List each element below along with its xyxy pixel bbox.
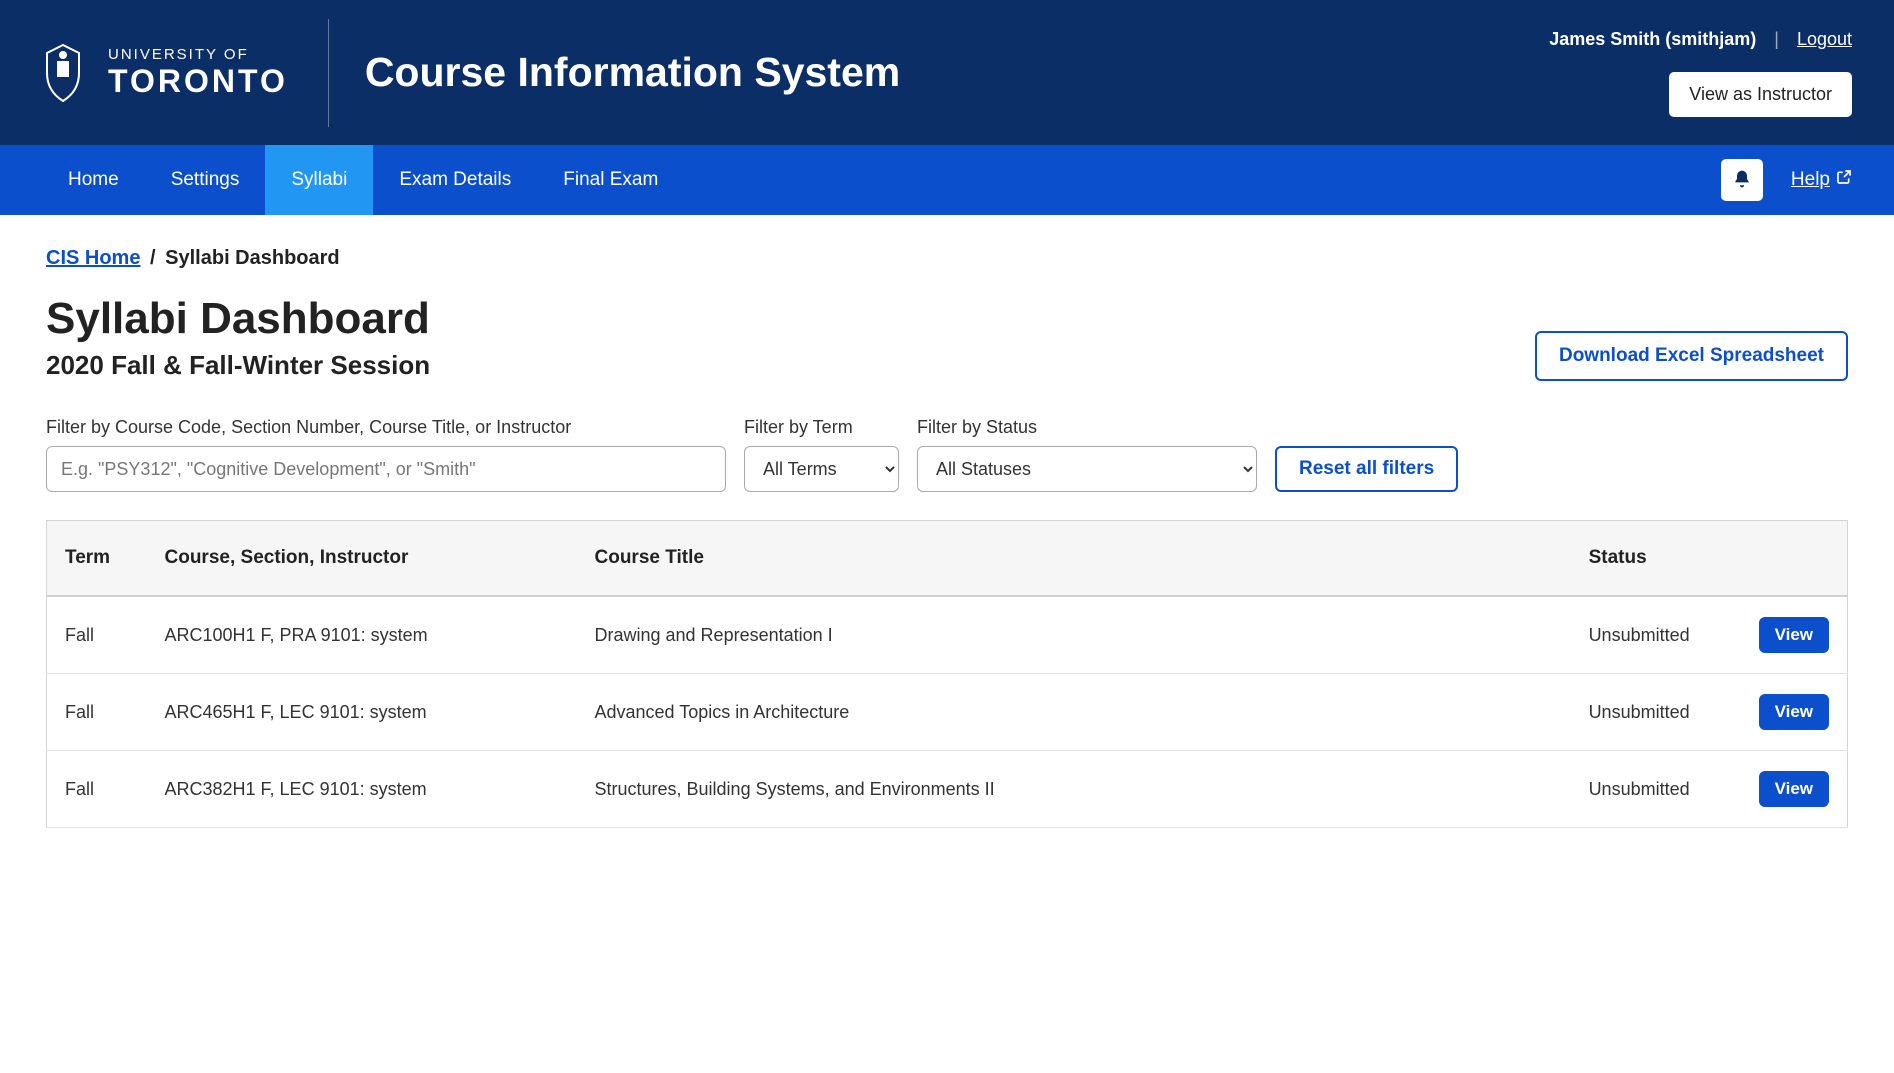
view-button[interactable]: View <box>1759 617 1829 653</box>
view-as-instructor-button[interactable]: View as Instructor <box>1669 72 1852 117</box>
table-row: Fall ARC100H1 F, PRA 9101: system Drawin… <box>47 596 1848 674</box>
cell-term: Fall <box>47 596 147 674</box>
filter-term-select[interactable]: All Terms <box>744 446 899 492</box>
nav-right: Help <box>1721 145 1852 215</box>
breadcrumb-home-link[interactable]: CIS Home <box>46 247 140 269</box>
filter-term-label: Filter by Term <box>744 417 899 438</box>
filter-status-block: Filter by Status All Statuses <box>917 417 1257 492</box>
cell-status: Unsubmitted <box>1571 751 1741 828</box>
bell-icon <box>1732 169 1752 192</box>
filter-text-input[interactable] <box>46 446 726 492</box>
help-link[interactable]: Help <box>1791 169 1852 191</box>
cell-course: ARC100H1 F, PRA 9101: system <box>147 596 577 674</box>
brand-line2: TORONTO <box>108 63 288 100</box>
cell-status: Unsubmitted <box>1571 674 1741 751</box>
logout-link[interactable]: Logout <box>1797 29 1852 50</box>
th-status: Status <box>1571 521 1741 597</box>
table-row: Fall ARC382H1 F, LEC 9101: system Struct… <box>47 751 1848 828</box>
cell-term: Fall <box>47 751 147 828</box>
nav-spacer <box>684 145 1721 215</box>
table-header-row: Term Course, Section, Instructor Course … <box>47 521 1848 597</box>
breadcrumb-separator: / <box>150 247 156 269</box>
filters-row: Filter by Course Code, Section Number, C… <box>46 417 1848 492</box>
page-header-text: Syllabi Dashboard 2020 Fall & Fall-Winte… <box>46 294 430 381</box>
cell-term: Fall <box>47 674 147 751</box>
view-button[interactable]: View <box>1759 694 1829 730</box>
breadcrumb: CIS Home / Syllabi Dashboard <box>46 247 1848 270</box>
main-content: CIS Home / Syllabi Dashboard Syllabi Das… <box>0 215 1894 860</box>
th-term: Term <box>47 521 147 597</box>
reset-filters-button[interactable]: Reset all filters <box>1275 446 1458 492</box>
nav-item-home[interactable]: Home <box>42 145 145 215</box>
nav-item-final-exam[interactable]: Final Exam <box>537 145 684 215</box>
filter-status-label: Filter by Status <box>917 417 1257 438</box>
brand-text: UNIVERSITY OF TORONTO <box>108 46 288 100</box>
table-row: Fall ARC465H1 F, LEC 9101: system Advanc… <box>47 674 1848 751</box>
syllabi-table: Term Course, Section, Instructor Course … <box>46 520 1848 828</box>
brand-line1: UNIVERSITY OF <box>108 46 288 63</box>
page-title: Syllabi Dashboard <box>46 294 430 344</box>
nav-item-syllabi[interactable]: Syllabi <box>265 145 373 215</box>
header-divider: | <box>1774 29 1779 50</box>
nav-item-settings[interactable]: Settings <box>145 145 266 215</box>
uoft-crest-icon <box>34 35 92 110</box>
app-title: Course Information System <box>365 49 900 96</box>
page-header-row: Syllabi Dashboard 2020 Fall & Fall-Winte… <box>46 294 1848 381</box>
cell-title: Structures, Building Systems, and Enviro… <box>577 751 1571 828</box>
site-header: UNIVERSITY OF TORONTO Course Information… <box>0 0 1894 145</box>
brand-block: UNIVERSITY OF TORONTO <box>34 19 329 127</box>
header-topline: James Smith (smithjam) | Logout <box>1549 29 1852 50</box>
cell-status: Unsubmitted <box>1571 596 1741 674</box>
th-title: Course Title <box>577 521 1571 597</box>
th-course: Course, Section, Instructor <box>147 521 577 597</box>
nav-item-exam-details[interactable]: Exam Details <box>373 145 537 215</box>
filter-status-select[interactable]: All Statuses <box>917 446 1257 492</box>
header-right: James Smith (smithjam) | Logout View as … <box>1549 29 1852 117</box>
external-link-icon <box>1836 169 1852 191</box>
user-display: James Smith (smithjam) <box>1549 29 1756 50</box>
nav-bar: Home Settings Syllabi Exam Details Final… <box>0 145 1894 215</box>
th-action <box>1741 521 1848 597</box>
cell-course: ARC465H1 F, LEC 9101: system <box>147 674 577 751</box>
cell-title: Advanced Topics in Architecture <box>577 674 1571 751</box>
cell-title: Drawing and Representation I <box>577 596 1571 674</box>
breadcrumb-current: Syllabi Dashboard <box>165 247 340 269</box>
filter-text-label: Filter by Course Code, Section Number, C… <box>46 417 726 438</box>
view-button[interactable]: View <box>1759 771 1829 807</box>
filter-term-block: Filter by Term All Terms <box>744 417 899 492</box>
page-subtitle: 2020 Fall & Fall-Winter Session <box>46 350 430 381</box>
cell-course: ARC382H1 F, LEC 9101: system <box>147 751 577 828</box>
help-link-label: Help <box>1791 169 1830 191</box>
download-excel-button[interactable]: Download Excel Spreadsheet <box>1535 331 1848 381</box>
notifications-button[interactable] <box>1721 159 1763 201</box>
filter-text-block: Filter by Course Code, Section Number, C… <box>46 417 726 492</box>
